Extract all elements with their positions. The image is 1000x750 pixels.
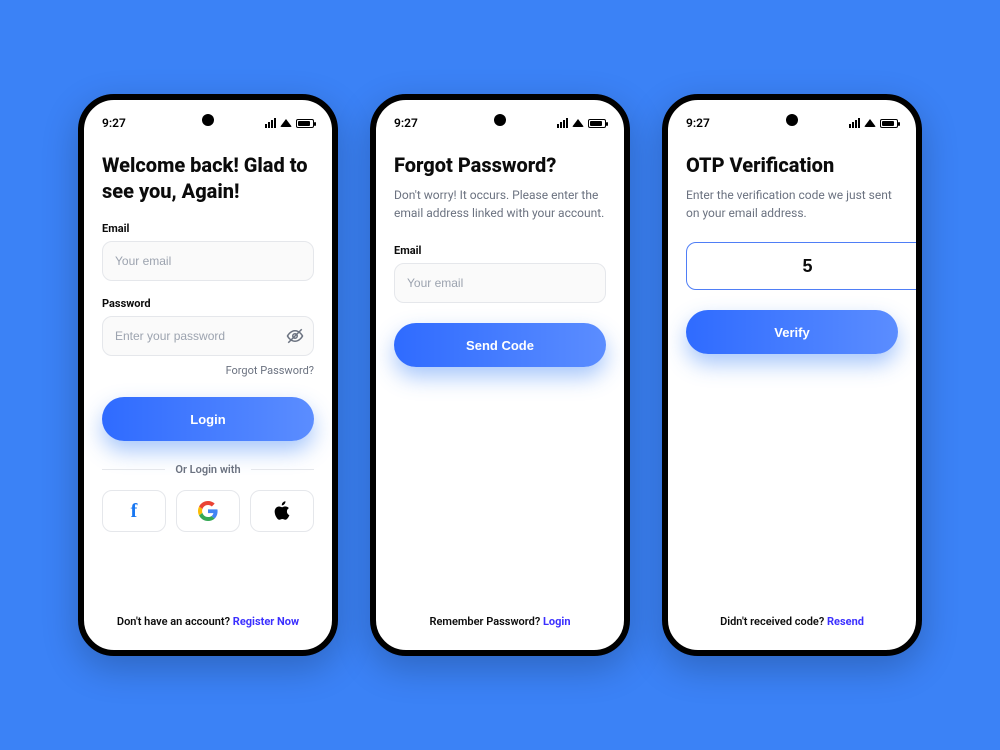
forgot-password-link[interactable]: Forgot Password?: [102, 364, 314, 377]
status-time: 9:27: [102, 116, 126, 130]
facebook-icon: f: [131, 500, 138, 523]
footer-text: Remember Password?: [429, 615, 543, 628]
status-indicators: [557, 118, 606, 128]
status-time: 9:27: [394, 116, 418, 130]
password-label: Password: [102, 297, 314, 310]
camera-dot: [494, 114, 506, 126]
page-title: OTP Verification: [686, 152, 898, 178]
wifi-icon: [572, 119, 584, 127]
page-title: Welcome back! Glad to see you, Again!: [102, 152, 314, 204]
phone-forgot-password: 9:27 Forgot Password? Don't worry! It oc…: [370, 94, 630, 656]
social-divider: Or Login with: [102, 463, 314, 476]
email-input[interactable]: [102, 241, 314, 281]
apple-login-button[interactable]: [250, 490, 314, 532]
page-subtitle: Don't worry! It occurs. Please enter the…: [394, 186, 606, 222]
status-indicators: [849, 118, 898, 128]
footer-text: Don't have an account?: [117, 615, 233, 628]
email-label: Email: [102, 222, 314, 235]
wifi-icon: [864, 119, 876, 127]
divider-text: Or Login with: [175, 463, 240, 476]
password-input[interactable]: [102, 316, 314, 356]
email-label: Email: [394, 244, 606, 257]
facebook-login-button[interactable]: f: [102, 490, 166, 532]
page-title: Forgot Password?: [394, 152, 606, 178]
otp-input-group: [686, 242, 898, 290]
battery-icon: [296, 119, 314, 128]
cellular-icon: [265, 118, 276, 128]
send-code-button[interactable]: Send Code: [394, 323, 606, 367]
status-indicators: [265, 118, 314, 128]
wifi-icon: [280, 119, 292, 127]
forgot-footer: Remember Password? Login: [394, 615, 606, 632]
battery-icon: [880, 119, 898, 128]
google-login-button[interactable]: [176, 490, 240, 532]
apple-icon: [273, 501, 291, 521]
otp-footer: Didn't received code? Resend: [686, 615, 898, 632]
otp-digit-1[interactable]: [686, 242, 922, 290]
battery-icon: [588, 119, 606, 128]
phone-otp-verification: 9:27 OTP Verification Enter the verifica…: [662, 94, 922, 656]
login-button[interactable]: Login: [102, 397, 314, 441]
login-footer: Don't have an account? Register Now: [102, 615, 314, 632]
resend-link[interactable]: Resend: [827, 615, 864, 628]
email-input[interactable]: [394, 263, 606, 303]
cellular-icon: [849, 118, 860, 128]
phone-login: 9:27 Welcome back! Glad to see you, Agai…: [78, 94, 338, 656]
page-subtitle: Enter the verification code we just sent…: [686, 186, 898, 222]
status-time: 9:27: [686, 116, 710, 130]
camera-dot: [786, 114, 798, 126]
cellular-icon: [557, 118, 568, 128]
footer-text: Didn't received code?: [720, 615, 827, 628]
password-visibility-icon[interactable]: [286, 327, 304, 345]
google-icon: [198, 501, 218, 521]
camera-dot: [202, 114, 214, 126]
register-link[interactable]: Register Now: [233, 615, 299, 628]
verify-button[interactable]: Verify: [686, 310, 898, 354]
login-link[interactable]: Login: [543, 615, 571, 628]
